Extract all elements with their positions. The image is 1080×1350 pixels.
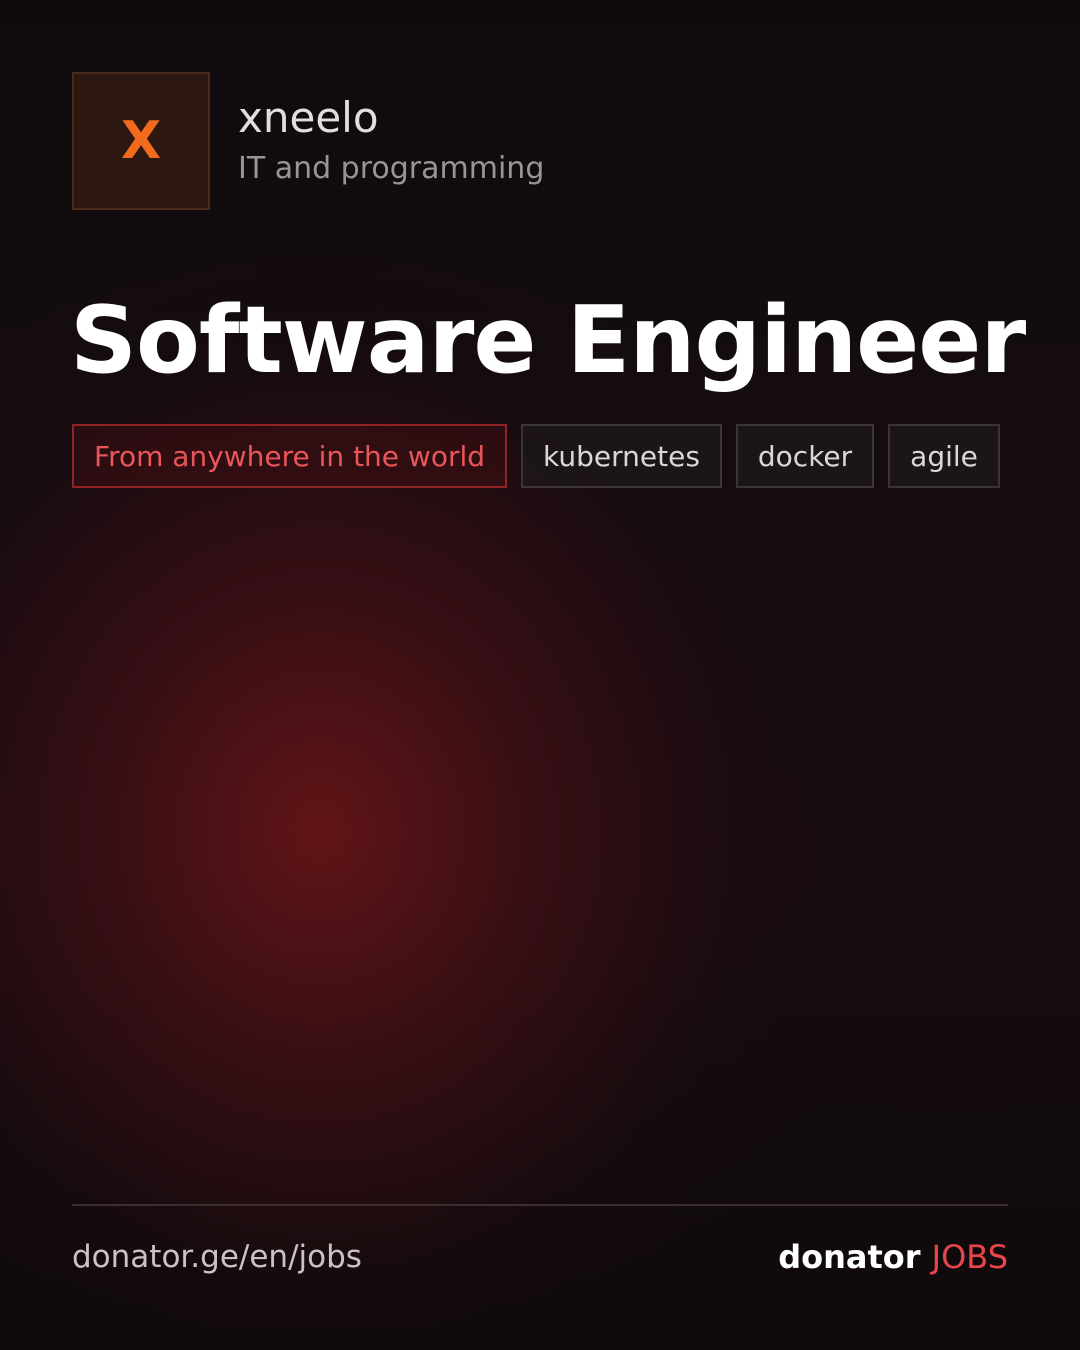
location-tag: From anywhere in the world (72, 424, 508, 488)
job-title: Software Engineer (70, 286, 1026, 394)
company-logo-letter: X (120, 111, 162, 171)
footer-divider (72, 1204, 1008, 1206)
company-category: IT and programming (238, 151, 545, 186)
company-name: xneelo (238, 93, 379, 142)
skill-tag-kubernetes: kubernetes (521, 424, 722, 488)
tag-list: From anywhere in the world kubernetes do… (72, 424, 1000, 488)
skill-tag-docker: docker (735, 424, 875, 488)
company-logo: X (72, 72, 210, 210)
company-header: X xneelo IT and programming (72, 72, 544, 210)
brand-accent: JOBS (931, 1238, 1008, 1276)
brand-logo: donator JOBS (778, 1236, 1008, 1278)
company-info: xneelo IT and programming (238, 72, 544, 190)
brand-name: donator (778, 1238, 921, 1276)
skill-tag-agile: agile (888, 424, 1000, 488)
job-card: X xneelo IT and programming Software Eng… (0, 0, 1080, 1350)
footer-url: donator.ge/en/jobs (72, 1239, 362, 1275)
